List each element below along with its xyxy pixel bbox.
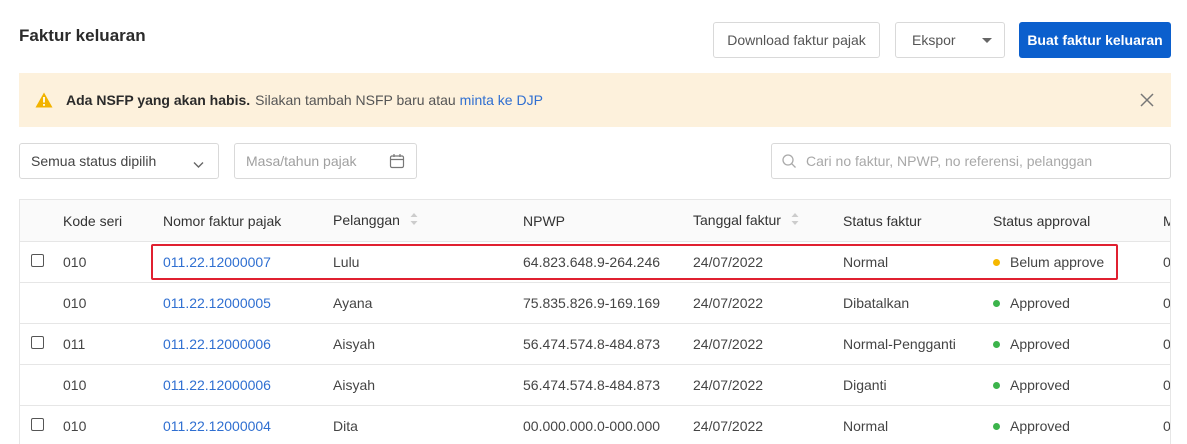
table-row[interactable]: 010 011.22.12000004 Dita 00.000.000.0-000.0…: [20, 405, 1170, 444]
row-checkbox[interactable]: [31, 254, 44, 267]
nomor-faktur-link[interactable]: 011.22.12000006: [163, 364, 333, 406]
search-input[interactable]: Cari no faktur, NPWP, no referensi, pela…: [771, 143, 1171, 179]
header-npwp: NPWP: [523, 200, 693, 242]
status-faktur-cell: Normal: [843, 405, 993, 444]
header-tanggal[interactable]: Tanggal faktur: [693, 200, 843, 242]
header-kode-seri: Kode seri: [63, 200, 163, 242]
row-checkbox[interactable]: [31, 336, 44, 349]
kode-seri-cell: 010: [63, 405, 163, 444]
status-approval-cell: Approved: [993, 364, 1163, 406]
ekspor-dropdown[interactable]: Ekspor: [895, 22, 1005, 58]
tanggal-cell: 24/07/2022: [693, 405, 843, 444]
status-filter-select[interactable]: Semua status dipilih: [19, 143, 219, 179]
kode-seri-cell: 010: [63, 241, 163, 283]
table-row[interactable]: 010 011.22.12000006 Aisyah 56.474.574.8-484…: [20, 364, 1170, 406]
npwp-cell: 56.474.574.8-484.873: [523, 364, 693, 406]
m-cell: 0: [1163, 323, 1170, 365]
status-faktur-cell: Normal: [843, 241, 993, 283]
row-checkbox-cell: [20, 405, 63, 444]
status-dot: [993, 422, 1000, 430]
nomor-faktur-link[interactable]: 011.22.12000004: [163, 405, 333, 444]
m-cell: 0: [1163, 405, 1170, 444]
row-checkbox-cell: [20, 323, 63, 365]
table-row[interactable]: 010 011.22.12000007 Lulu 64.823.648.9-264.2…: [20, 241, 1170, 283]
row-checkbox-cell: [20, 364, 63, 406]
header-m: M: [1163, 200, 1170, 242]
page-title: Faktur keluaran: [19, 26, 146, 45]
minta-djp-link[interactable]: minta ke DJP: [460, 92, 543, 108]
npwp-cell: 75.835.826.9-169.169: [523, 282, 693, 324]
status-dot: [993, 340, 1000, 348]
kode-seri-cell: 010: [63, 282, 163, 324]
header-nomor-faktur: Nomor faktur pajak: [163, 200, 333, 242]
faktur-table: Kode seri Nomor faktur pajak Pelanggan N…: [19, 199, 1171, 444]
status-approval-cell: Approved: [993, 282, 1163, 324]
npwp-cell: 00.000.000.0-000.000: [523, 405, 693, 444]
search-placeholder: Cari no faktur, NPWP, no referensi, pela…: [806, 153, 1093, 169]
kode-seri-cell: 011: [63, 323, 163, 365]
table-row[interactable]: 010 011.22.12000005 Ayana 75.835.826.9-169.…: [20, 282, 1170, 324]
tanggal-cell: 24/07/2022: [693, 282, 843, 324]
nomor-faktur-link[interactable]: 011.22.12000006: [163, 323, 333, 365]
status-approval-label: Belum approve: [1010, 254, 1105, 270]
alert-title: Ada NSFP yang akan habis.: [66, 92, 251, 108]
sort-icon[interactable]: [410, 212, 418, 229]
header-status-approval: Status approval: [993, 200, 1163, 242]
table-row[interactable]: 011 011.22.12000006 Aisyah 56.474.574.8-484…: [20, 323, 1170, 365]
status-approval-label: Approved: [1010, 377, 1070, 393]
tanggal-cell: 24/07/2022: [693, 364, 843, 406]
status-dot: [993, 299, 1000, 307]
npwp-cell: 64.823.648.9-264.246: [523, 241, 693, 283]
nomor-faktur-link[interactable]: 011.22.12000007: [163, 241, 333, 283]
row-checkbox-cell: [20, 241, 63, 283]
status-dot: [993, 381, 1000, 389]
pelanggan-cell: Ayana: [333, 282, 523, 324]
status-dot: [993, 258, 1000, 266]
masa-tahun-input[interactable]: Masa/tahun pajak: [234, 143, 417, 179]
status-approval-cell: Belum approve: [993, 241, 1163, 283]
status-approval-label: Approved: [1010, 295, 1070, 311]
kode-seri-cell: 010: [63, 364, 163, 406]
pelanggan-cell: Aisyah: [333, 364, 523, 406]
pelanggan-cell: Dita: [333, 405, 523, 444]
header-checkbox-cell: [20, 200, 63, 242]
header-status-faktur: Status faktur: [843, 200, 993, 242]
status-approval-cell: Approved: [993, 405, 1163, 444]
nsfp-alert: Ada NSFP yang akan habis. Silakan tambah…: [19, 73, 1171, 127]
m-cell: 0: [1163, 364, 1170, 406]
row-checkbox-cell: [20, 282, 63, 324]
create-faktur-button[interactable]: Buat faktur keluaran: [1019, 22, 1171, 58]
alert-message: Silakan tambah NSFP baru atau: [255, 92, 456, 108]
calendar-icon: [389, 153, 405, 172]
nomor-faktur-link[interactable]: 011.22.12000005: [163, 282, 333, 324]
status-faktur-cell: Diganti: [843, 364, 993, 406]
pelanggan-cell: Aisyah: [333, 323, 523, 365]
search-icon: [781, 153, 797, 172]
status-faktur-cell: Normal-Pengganti: [843, 323, 993, 365]
warning-icon: [35, 92, 53, 108]
sort-icon[interactable]: [791, 212, 799, 229]
status-approval-label: Approved: [1010, 336, 1070, 352]
close-icon[interactable]: [1139, 92, 1155, 108]
status-approval-cell: Approved: [993, 323, 1163, 365]
row-checkbox[interactable]: [31, 418, 44, 431]
header-pelanggan[interactable]: Pelanggan: [333, 200, 523, 242]
m-cell: 0: [1163, 282, 1170, 324]
status-faktur-cell: Dibatalkan: [843, 282, 993, 324]
date-placeholder: Masa/tahun pajak: [246, 153, 357, 169]
npwp-cell: 56.474.574.8-484.873: [523, 323, 693, 365]
m-cell: 0: [1163, 241, 1170, 283]
status-filter-value: Semua status dipilih: [31, 153, 157, 169]
caret-down-icon: [982, 38, 992, 43]
tanggal-cell: 24/07/2022: [693, 241, 843, 283]
tanggal-cell: 24/07/2022: [693, 323, 843, 365]
download-faktur-button[interactable]: Download faktur pajak: [713, 22, 880, 58]
chevron-down-icon: [193, 156, 204, 172]
table-header-row: Kode seri Nomor faktur pajak Pelanggan N…: [20, 200, 1170, 242]
ekspor-label: Ekspor: [912, 32, 956, 48]
status-approval-label: Approved: [1010, 418, 1070, 434]
pelanggan-cell: Lulu: [333, 241, 523, 283]
